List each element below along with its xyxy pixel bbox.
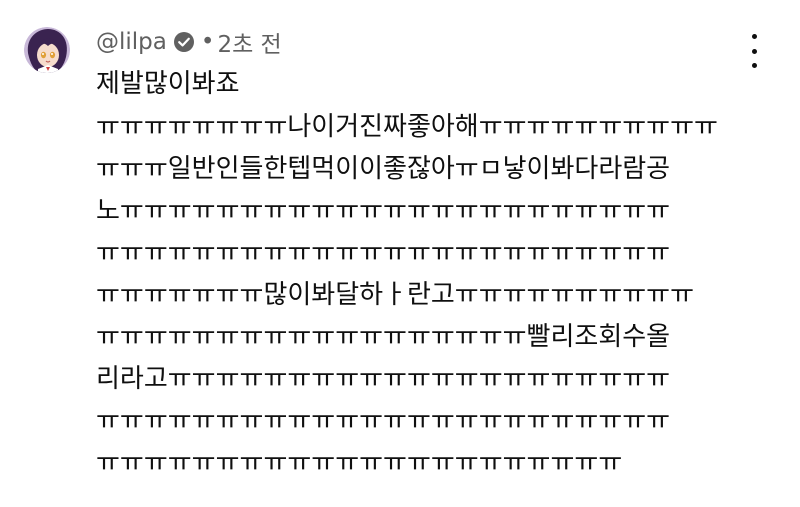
more-vert-icon[interactable]	[740, 34, 768, 68]
comment-line: 리라고ㅠㅠㅠㅠㅠㅠㅠㅠㅠㅠㅠㅠㅠㅠㅠㅠㅠㅠㅠㅠㅠ	[96, 364, 671, 394]
more-dot	[751, 48, 757, 54]
comment-line: 노ㅠㅠㅠㅠㅠㅠㅠㅠㅠㅠㅠㅠㅠㅠㅠㅠㅠㅠㅠㅠㅠㅠㅠ	[96, 196, 671, 226]
comment-line: ㅠㅠㅠㅠㅠㅠㅠㅠㅠㅠㅠㅠㅠㅠㅠㅠㅠㅠㅠㅠㅠㅠㅠㅠ	[96, 406, 671, 436]
comment-line: ㅠㅠㅠㅠㅠㅠㅠㅠ나이거진짜좋아해ㅠㅠㅠㅠㅠㅠㅠㅠㅠㅠ	[96, 112, 718, 142]
verified-check-icon	[173, 31, 195, 53]
more-dot	[751, 63, 757, 68]
separator-dot: •	[200, 29, 215, 55]
comment-line: ㅠㅠㅠㅠㅠㅠㅠㅠㅠㅠㅠㅠㅠㅠㅠㅠㅠㅠㅠㅠㅠㅠㅠㅠ	[96, 238, 671, 268]
comment-line: ㅠㅠㅠㅠㅠㅠㅠㅠㅠㅠㅠㅠㅠㅠㅠㅠㅠㅠ빨리조회수올	[96, 322, 671, 352]
more-dot	[751, 34, 757, 39]
comment-card: @lilpa • 2초 전 제발많이봐죠 ㅠㅠㅠㅠㅠㅠㅠㅠ나이거진짜좋아해ㅠㅠㅠ…	[0, 0, 800, 507]
comment-line: ㅠㅠㅠㅠㅠㅠㅠ많이봐달하ㅏ란고ㅠㅠㅠㅠㅠㅠㅠㅠㅠㅠ	[96, 280, 695, 310]
comment-header: @lilpa • 2초 전	[96, 24, 282, 60]
comment-timestamp[interactable]: 2초 전	[217, 25, 281, 59]
comment-text: 제발많이봐죠 ㅠㅠㅠㅠㅠㅠㅠㅠ나이거진짜좋아해ㅠㅠㅠㅠㅠㅠㅠㅠㅠㅠ ㅠㅠㅠ일반인…	[96, 64, 746, 484]
comment-line: ㅠㅠㅠㅠㅠㅠㅠㅠㅠㅠㅠㅠㅠㅠㅠㅠㅠㅠㅠㅠㅠㅠ	[96, 448, 623, 478]
author-handle[interactable]: @lilpa	[96, 29, 167, 55]
avatar-icon[interactable]	[24, 27, 70, 73]
comment-line: ㅠㅠㅠ일반인들한텝먹이이좋잖아ㅠㅁ낳이봐다라람공	[96, 154, 671, 184]
comment-line: 제발많이봐죠	[96, 69, 240, 99]
